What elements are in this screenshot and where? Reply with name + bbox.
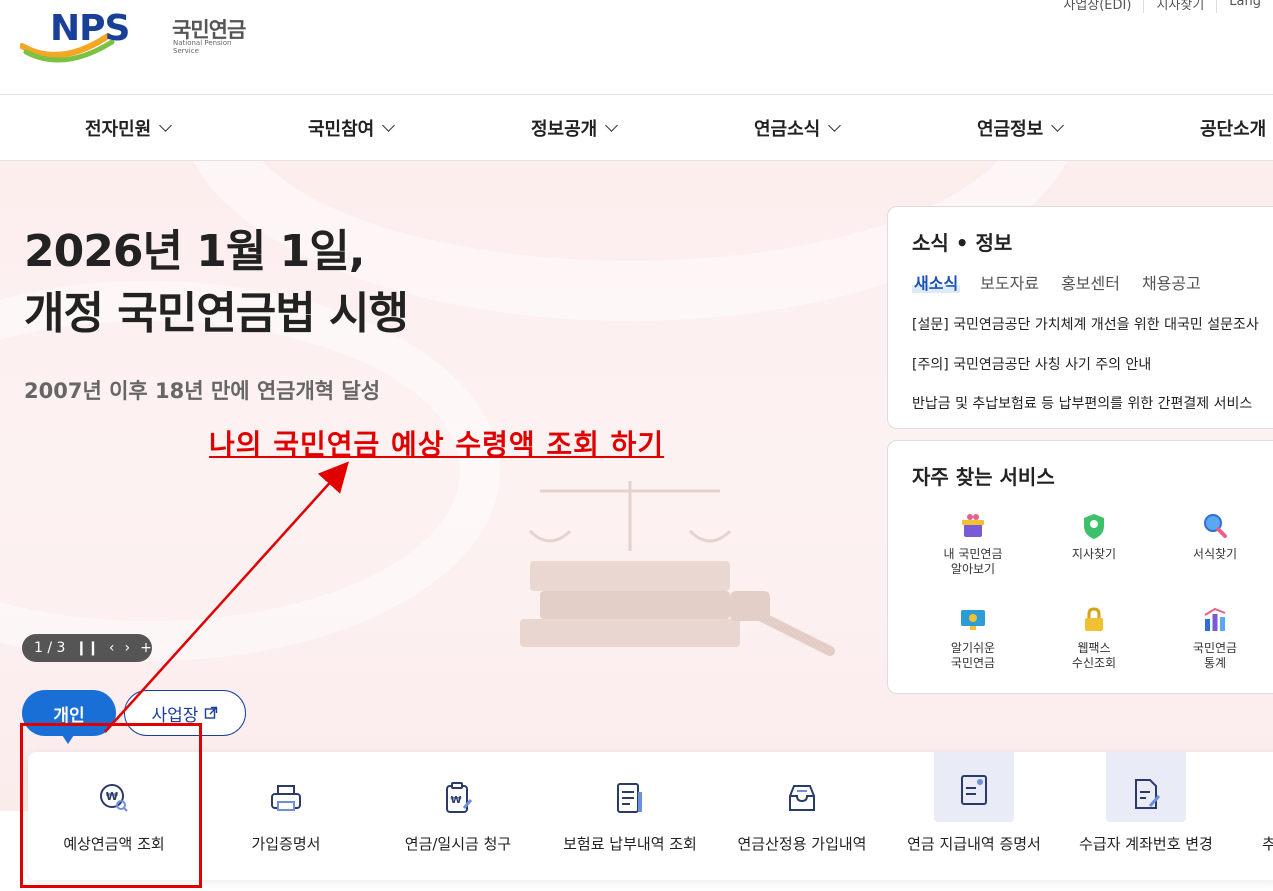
nav-label: 연금소식 bbox=[754, 119, 821, 140]
quick-label: 연금 지급내역 증명서 bbox=[907, 835, 1041, 853]
logo-text: NPS bbox=[50, 8, 129, 49]
slider-counter: 1 / 3 bbox=[34, 640, 66, 656]
service-label-line2: 수신조회 bbox=[1071, 656, 1117, 670]
news-tabs: 새소식 보도자료 홍보센터 채용공고 bbox=[911, 270, 1201, 294]
chevron-down-icon bbox=[605, 119, 619, 132]
service-find-branch[interactable]: 지사찾기 bbox=[1044, 511, 1144, 562]
quick-premium-history[interactable]: 보험료 납부내역 조회 bbox=[544, 752, 716, 880]
top-header: NPS 국민연금 National Pension Service 사업장(ED… bbox=[0, 0, 1273, 95]
pause-icon[interactable]: ❙❙ bbox=[75, 640, 98, 656]
nps-logo-mark: NPS bbox=[19, 8, 130, 63]
tab-news-promo[interactable]: 홍보센터 bbox=[1061, 270, 1120, 294]
main-nav: 전자민원 국민참여 정보공개 연금소식 연금정보 공단소개 bbox=[0, 95, 1273, 161]
nav-item-about[interactable]: 공단소개 bbox=[1200, 115, 1266, 141]
quick-more[interactable]: 추 bbox=[1190, 752, 1273, 880]
frequent-services-panel: 자주 찾는 서비스 내 국민연금 알아보기 지사찾기 서식찾기 알기쉬운 국민연… bbox=[887, 440, 1273, 694]
hero-title-line1: 2026년 1월 1일, bbox=[24, 226, 365, 277]
chevron-down-icon bbox=[382, 119, 396, 132]
annotation-highlight-box bbox=[20, 723, 202, 888]
law-scale-illustration bbox=[520, 481, 835, 656]
service-statistics[interactable]: 국민연금 통계 bbox=[1165, 605, 1265, 671]
chevron-down-icon bbox=[1051, 119, 1065, 132]
nav-label: 전자민원 bbox=[85, 119, 152, 140]
service-label-line1: 웹팩스 bbox=[1077, 641, 1111, 655]
chart-icon bbox=[1200, 605, 1230, 635]
clipboard-won-icon: ₩ bbox=[438, 778, 478, 818]
quick-label: 연금산정용 가입내역 bbox=[737, 835, 867, 853]
gift-icon bbox=[958, 511, 988, 541]
annotation-expected-pension-text: 나의 국민연금 예상 수령액 조회 하기 bbox=[209, 428, 665, 461]
utility-link-language[interactable]: Lang bbox=[1216, 0, 1273, 13]
utility-link-branch[interactable]: 지사찾기 bbox=[1143, 0, 1216, 13]
quick-menu: ₩ 예상연금액 조회 가입증명서 ₩ 연금/일시금 청구 보험료 납부내역 조회… bbox=[28, 752, 1273, 880]
service-label-line1: 알기쉬운 bbox=[950, 641, 996, 655]
nav-item-news[interactable]: 연금소식 bbox=[754, 115, 842, 141]
service-label-line2: 알아보기 bbox=[950, 562, 996, 576]
prev-icon[interactable]: ‹ bbox=[109, 640, 115, 656]
nav-label: 국민참여 bbox=[308, 119, 375, 140]
lock-icon bbox=[1079, 605, 1109, 635]
next-icon[interactable]: › bbox=[125, 640, 131, 656]
services-title: 자주 찾는 서비스 bbox=[912, 465, 1055, 489]
hero-title: 2026년 1월 1일, 개정 국민연금법 시행 bbox=[24, 221, 409, 345]
tab-news-new[interactable]: 새소식 bbox=[911, 270, 961, 294]
service-label-line1: 지사찾기 bbox=[1071, 547, 1117, 561]
printer-icon bbox=[266, 778, 306, 818]
mailbox-icon bbox=[782, 778, 822, 818]
news-item[interactable]: [주의] 국민연금공단 사칭 사기 주의 안내 bbox=[912, 355, 1259, 375]
service-label-line1: 서식찾기 bbox=[1192, 547, 1238, 561]
news-item[interactable]: 반납금 및 추납보험료 등 납부편의를 위한 간편결제 서비스 bbox=[912, 394, 1259, 414]
news-item[interactable]: [설문] 국민연금공단 가치체계 개선을 위한 대국민 설문조사 bbox=[912, 315, 1259, 335]
quick-calculation-history[interactable]: 연금산정용 가입내역 bbox=[716, 752, 888, 880]
nav-item-e-civil[interactable]: 전자민원 bbox=[85, 115, 173, 141]
service-webfax[interactable]: 웹팩스 수신조회 bbox=[1044, 605, 1144, 671]
quick-payment-certificate[interactable]: 연금 지급내역 증명서 bbox=[888, 752, 1060, 880]
nps-logo[interactable]: NPS 국민연금 National Pension Service bbox=[19, 6, 250, 70]
service-label-line2: 국민연금 bbox=[950, 656, 996, 670]
chevron-down-icon bbox=[828, 119, 842, 132]
shield-icon bbox=[1079, 511, 1109, 541]
magnifier-icon bbox=[1200, 511, 1230, 541]
hero-subtitle: 2007년 이후 18년 만에 연금개혁 달성 bbox=[24, 379, 381, 403]
plus-icon[interactable]: + bbox=[140, 640, 152, 656]
logo-english: National Pension Service bbox=[173, 39, 232, 55]
hero-title-line2: 개정 국민연금법 시행 bbox=[24, 288, 409, 339]
nav-label: 공단소개 bbox=[1200, 119, 1267, 140]
certificate-icon bbox=[954, 770, 994, 810]
service-label-line2: 통계 bbox=[1203, 656, 1227, 670]
tab-news-press[interactable]: 보도자료 bbox=[980, 270, 1039, 294]
quick-pension-claim[interactable]: ₩ 연금/일시금 청구 bbox=[372, 752, 544, 880]
quick-label: 가입증명서 bbox=[251, 835, 321, 853]
service-label-line1: 내 국민연금 bbox=[943, 547, 1003, 561]
quick-label: 연금/일시금 청구 bbox=[404, 835, 512, 853]
service-easy-pension[interactable]: 알기쉬운 국민연금 bbox=[923, 605, 1023, 671]
chevron-down-icon bbox=[159, 119, 173, 132]
quick-membership-certificate[interactable]: 가입증명서 bbox=[200, 752, 372, 880]
quick-label: 추 bbox=[1262, 835, 1273, 853]
tab-news-jobs[interactable]: 채용공고 bbox=[1142, 270, 1201, 294]
slider-controls: 1 / 3 ❙❙ ‹ › + bbox=[22, 634, 152, 662]
utility-links: 사업장(EDI) 지사찾기 Lang bbox=[1051, 0, 1273, 13]
quick-label: 보험료 납부내역 조회 bbox=[563, 835, 697, 853]
service-find-forms[interactable]: 서식찾기 bbox=[1165, 511, 1265, 562]
service-label-line1: 국민연금 bbox=[1192, 641, 1238, 655]
utility-link-edi[interactable]: 사업장(EDI) bbox=[1051, 0, 1143, 13]
nav-label: 정보공개 bbox=[531, 119, 598, 140]
monitor-icon bbox=[958, 605, 988, 635]
nav-label: 연금정보 bbox=[977, 119, 1044, 140]
external-link-icon bbox=[205, 706, 218, 719]
document-icon bbox=[610, 778, 650, 818]
news-panel: 소식 • 정보 새소식 보도자료 홍보센터 채용공고 [설문] 국민연금공단 가… bbox=[887, 206, 1273, 429]
news-title: 소식 • 정보 bbox=[912, 231, 1013, 255]
news-list: [설문] 국민연금공단 가치체계 개선을 위한 대국민 설문조사 [주의] 국민… bbox=[912, 315, 1259, 434]
edit-document-icon bbox=[1126, 774, 1166, 814]
nav-item-participation[interactable]: 국민참여 bbox=[308, 115, 396, 141]
svg-text:₩: ₩ bbox=[450, 795, 461, 806]
nav-item-disclosure[interactable]: 정보공개 bbox=[531, 115, 619, 141]
nav-item-pension-info[interactable]: 연금정보 bbox=[977, 115, 1065, 141]
service-my-pension[interactable]: 내 국민연금 알아보기 bbox=[923, 511, 1023, 577]
tab-business-label: 사업장 bbox=[151, 705, 199, 726]
